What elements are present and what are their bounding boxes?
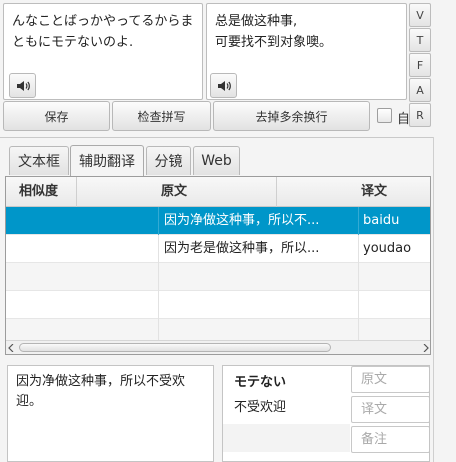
column-separator (358, 235, 359, 263)
auto-checkbox-label: 自 (397, 112, 411, 127)
remove-newlines-button[interactable]: 去掉多余换行 (213, 101, 370, 131)
table-row[interactable]: 因为老是做这种事，所以... youdao (6, 235, 430, 263)
speaker-icon (16, 80, 30, 91)
header-separator (276, 177, 277, 207)
table-row-empty (6, 319, 430, 341)
spellcheck-button[interactable]: 检查拼写 (112, 101, 211, 131)
column-separator (158, 319, 159, 341)
tab-storyboard[interactable]: 分镜 (146, 146, 191, 175)
detail-text: 因为净做这种事，所以不受欢迎。 (16, 374, 186, 409)
note-field[interactable]: 备注 (351, 426, 429, 453)
cell-translation: baidu (363, 213, 400, 228)
header-translation[interactable]: 译文 (361, 177, 387, 207)
cell-similarity (12, 207, 152, 235)
column-separator (358, 319, 359, 341)
column-separator (158, 263, 159, 291)
detail-text-area[interactable]: 因为净做这种事，所以不受欢迎。 (7, 365, 214, 462)
glossary-list: モテない 不受欢迎 (223, 366, 350, 461)
auto-checkbox[interactable] (377, 108, 392, 123)
speaker-icon (217, 80, 231, 91)
scroll-left-icon[interactable] (8, 344, 15, 352)
side-button-f[interactable]: F (409, 53, 431, 77)
column-separator (358, 263, 359, 291)
tab-web[interactable]: Web (193, 146, 240, 175)
table-row[interactable]: 因为净做这种事，所以不... baidu (6, 207, 430, 235)
tab-textbox[interactable]: 文本框 (9, 146, 69, 175)
side-button-v[interactable]: V (409, 3, 431, 27)
translation-table[interactable]: 相似度 原文 译文 因为净做这种事，所以不... baidu 因为老是做这种事，… (5, 176, 431, 355)
glossary-term[interactable]: モテない (234, 371, 286, 390)
column-separator (158, 291, 159, 319)
side-button-a[interactable]: A (409, 78, 431, 102)
column-separator (358, 207, 359, 235)
cell-source: 因为老是做这种事，所以... (164, 241, 320, 256)
scroll-right-icon[interactable] (422, 344, 429, 352)
glossary-panel[interactable]: モテない 不受欢迎 原文 译文 备注 (222, 365, 430, 462)
cell-source: 因为净做这种事，所以不... (164, 213, 320, 228)
column-separator (358, 291, 359, 319)
header-similarity[interactable]: 相似度 (19, 177, 58, 207)
translation-field[interactable]: 译文 (351, 396, 429, 423)
glossary-row-alt (223, 424, 350, 452)
divider (0, 137, 434, 138)
side-button-t[interactable]: T (409, 28, 431, 52)
cell-translation: youdao (363, 241, 412, 256)
target-text-area[interactable]: 总是做这种事, 可要找不到对象噢。 (206, 3, 407, 100)
glossary-meaning[interactable]: 不受欢迎 (234, 396, 286, 415)
panel-right-border (433, 137, 434, 462)
header-separator (76, 177, 77, 207)
source-text: んなことばっかやってるからまともにモテないのよ. (12, 14, 194, 50)
horizontal-scrollbar[interactable] (6, 340, 430, 354)
table-header: 相似度 原文 译文 (6, 177, 430, 207)
source-field[interactable]: 原文 (351, 366, 429, 393)
cell-similarity (12, 235, 152, 263)
table-row-empty (6, 291, 430, 319)
speak-source-button[interactable] (9, 73, 36, 98)
table-row-empty (6, 263, 430, 291)
column-separator (158, 207, 159, 235)
save-button[interactable]: 保存 (3, 101, 110, 131)
source-text-area[interactable]: んなことばっかやってるからまともにモテないのよ. (3, 3, 203, 100)
header-source[interactable]: 原文 (161, 177, 187, 207)
target-text: 总是做这种事, 可要找不到对象噢。 (215, 14, 333, 50)
column-separator (158, 235, 159, 263)
side-button-r[interactable]: R (409, 103, 431, 127)
tab-assisted-translation[interactable]: 辅助翻译 (70, 145, 144, 176)
scrollbar-thumb[interactable] (19, 343, 331, 352)
speak-target-button[interactable] (210, 73, 237, 98)
